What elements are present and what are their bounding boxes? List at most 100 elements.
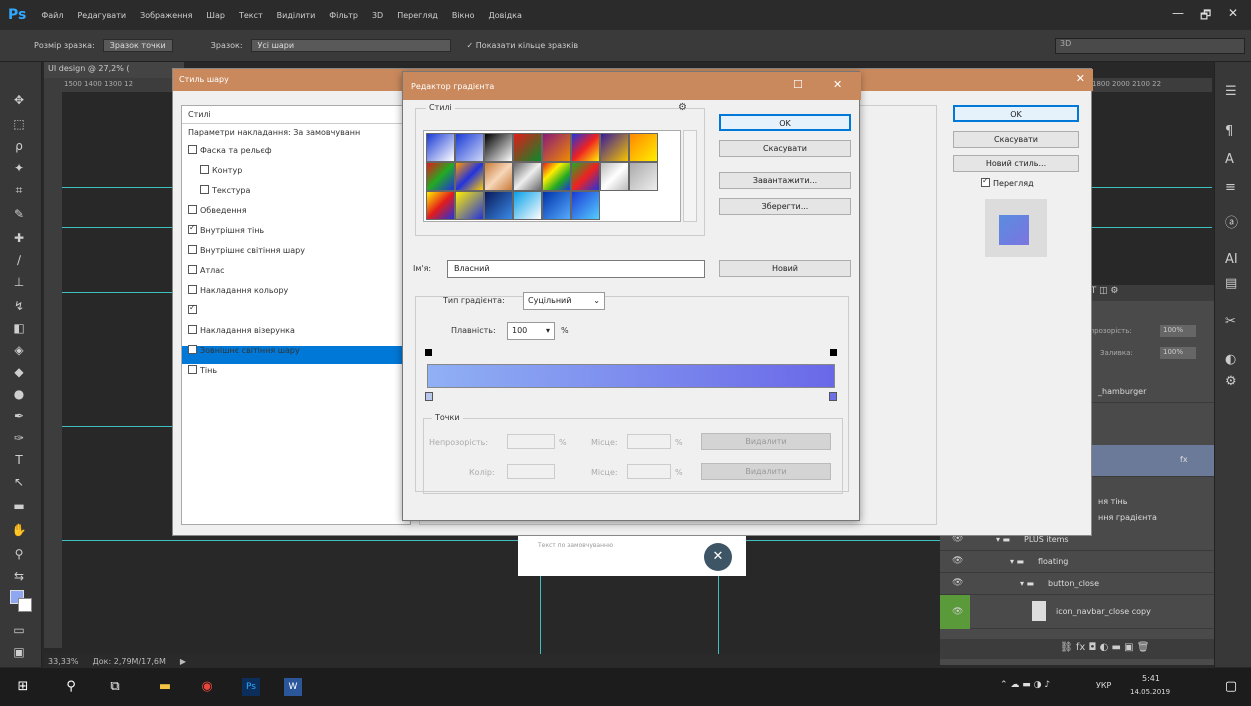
gradient-preset-swatch[interactable] [629, 133, 658, 162]
clock-date[interactable]: 14.05.2019 [1130, 688, 1170, 696]
style-item[interactable]: Внутрішня тінь [188, 223, 264, 235]
tools-panel-icon[interactable]: ✂ [1225, 314, 1236, 329]
checkbox-icon[interactable] [188, 205, 197, 214]
task-view-icon[interactable]: ⧉ [106, 678, 124, 696]
style-item[interactable]: Накладання кольору [188, 285, 288, 295]
checkbox-icon[interactable] [188, 365, 197, 374]
menu-file[interactable]: Файл [34, 11, 70, 20]
style-item[interactable]: Накладання візерунка [188, 325, 295, 335]
paragraph-panel-icon[interactable]: ≡ [1225, 180, 1236, 195]
new-style-button[interactable]: Новий стиль... [953, 155, 1079, 172]
gradient-preset-swatch[interactable] [513, 191, 542, 220]
notifications-icon[interactable]: ▢ [1222, 678, 1240, 696]
menu-layer[interactable]: Шар [199, 11, 232, 20]
restore-button[interactable]: 🗗 [1200, 6, 1211, 27]
opacity-field[interactable] [507, 434, 555, 449]
gradient-preset-swatch[interactable] [426, 162, 455, 191]
style-item[interactable]: Обведення [188, 205, 247, 215]
move-tool-icon[interactable]: ✥ [9, 92, 29, 108]
search-icon[interactable]: ⚲ [62, 678, 80, 696]
quick-mask-icon[interactable]: ▭ [9, 622, 29, 638]
dodge-tool-icon[interactable]: ● [9, 386, 29, 402]
color-stop-right[interactable] [829, 392, 837, 401]
style-item[interactable]: Накладання градієнта [188, 303, 295, 315]
gradient-preset-swatch[interactable] [542, 133, 571, 162]
gradient-preset-swatch[interactable] [513, 162, 542, 191]
name-input[interactable]: Власний [447, 260, 705, 278]
style-item[interactable]: Зовнішнє світіння шару [188, 345, 300, 355]
close-icon[interactable]: ✕ [1076, 72, 1085, 85]
adjust-panel-icon[interactable]: ◐ [1225, 352, 1236, 367]
fill-value[interactable]: 100% [1160, 347, 1196, 359]
minimize-button[interactable]: — [1172, 6, 1184, 20]
glyphs-panel-icon[interactable]: ⓐ [1225, 212, 1238, 231]
history-brush-icon[interactable]: ↯ [9, 298, 29, 314]
gradient-preset-swatch[interactable] [426, 191, 455, 220]
sample-select[interactable]: Усі шари [250, 39, 451, 52]
language-indicator[interactable]: УКР [1096, 681, 1111, 690]
gradient-preset-swatch[interactable] [571, 191, 600, 220]
style-item[interactable]: Текстура [200, 185, 250, 195]
save-button[interactable]: Зберегти... [719, 198, 851, 215]
gradient-preset-swatch[interactable] [455, 162, 484, 191]
opacity-stop-right[interactable] [830, 349, 837, 356]
close-app-button[interactable]: ✕ [1228, 6, 1238, 20]
style-item[interactable]: Атлас [188, 265, 225, 275]
gradient-preset-swatch[interactable] [571, 133, 600, 162]
eraser-tool-icon[interactable]: ◧ [9, 320, 29, 336]
brush-tool-icon[interactable]: ∕ [9, 252, 29, 268]
screen-mode-icon[interactable]: ▣ [9, 644, 29, 660]
close-icon[interactable]: ✕ [833, 78, 842, 91]
menu-window[interactable]: Вікно [445, 11, 482, 20]
menu-image[interactable]: Зображення [133, 11, 199, 20]
shape-tool-icon[interactable]: ▬ [9, 498, 29, 514]
visibility-eye-icon[interactable]: 👁 [952, 607, 963, 617]
style-item[interactable]: Фаска та рельєф [188, 145, 272, 155]
layer-row-icon-close-copy[interactable]: 👁 icon_navbar_close copy [940, 595, 1214, 629]
tray-icons[interactable]: ⌃ ☁ ▬ ◑ ♪ [1000, 680, 1050, 690]
styles-panel-icon[interactable]: ⚙ [1225, 374, 1237, 389]
delete-opacity-stop-button[interactable]: Видалити [701, 433, 831, 450]
ok-button[interactable]: OK [953, 105, 1079, 122]
gradient-preset-swatch[interactable] [513, 133, 542, 162]
opacity-location-field[interactable] [627, 434, 671, 449]
gradient-preset-swatch[interactable] [600, 162, 629, 191]
healing-tool-icon[interactable]: ✚ [9, 230, 29, 246]
swap-colors-icon[interactable]: ⇆ [9, 568, 29, 584]
checkbox-icon[interactable] [188, 285, 197, 294]
menu-view[interactable]: Перегляд [390, 11, 445, 20]
style-item[interactable]: Тінь [188, 365, 217, 375]
cancel-button[interactable]: Скасувати [953, 131, 1079, 148]
crop-tool-icon[interactable]: ⌗ [9, 182, 29, 198]
load-button[interactable]: Завантажити... [719, 172, 851, 189]
zoom-tool-icon[interactable]: ⚲ [9, 546, 29, 562]
background-color-swatch[interactable] [18, 598, 32, 612]
gradient-preset-swatch[interactable] [426, 133, 455, 162]
checkbox-icon[interactable] [188, 245, 197, 254]
gradient-preset-swatch[interactable] [484, 133, 513, 162]
layer-actions-icons[interactable]: ⛓ fx ◘ ◐ ▬ ▣ 🗑 [1060, 642, 1149, 653]
gradient-preset-swatch[interactable] [600, 133, 629, 162]
photoshop-taskbar-icon[interactable]: Ps [242, 678, 260, 696]
gradient-preset-swatch[interactable] [484, 162, 513, 191]
menu-filter[interactable]: Фільтр [322, 11, 365, 20]
gradient-preset-swatch[interactable] [571, 162, 600, 191]
color-field[interactable] [507, 464, 555, 479]
fx-icon[interactable]: fx [1180, 455, 1188, 464]
styles-header[interactable]: Стилі [188, 110, 211, 119]
style-item[interactable]: Внутрішнє світіння шару [188, 245, 305, 255]
blur-tool-icon[interactable]: ◆ [9, 364, 29, 380]
presets-gear-icon[interactable]: ⚙ [678, 102, 687, 113]
smoothness-input[interactable]: 100 ▾ [507, 322, 555, 340]
pen-alt-icon[interactable]: ✑ [9, 430, 29, 446]
menu-help[interactable]: Довідка [482, 11, 529, 20]
file-explorer-icon[interactable]: ▬ [156, 678, 174, 696]
visibility-eye-icon[interactable]: 👁 [952, 556, 963, 566]
gradient-preset-swatch[interactable] [542, 191, 571, 220]
history-panel-icon[interactable]: ☰ [1225, 84, 1237, 99]
hand-tool-icon[interactable]: ✋ [9, 522, 29, 538]
layer-row-floating[interactable]: 👁 ▾ ▬ floating [940, 551, 1214, 573]
menu-edit[interactable]: Редагувати [70, 11, 133, 20]
checkbox-icon[interactable] [188, 265, 197, 274]
status-arrow-icon[interactable]: ▶ [180, 657, 186, 666]
